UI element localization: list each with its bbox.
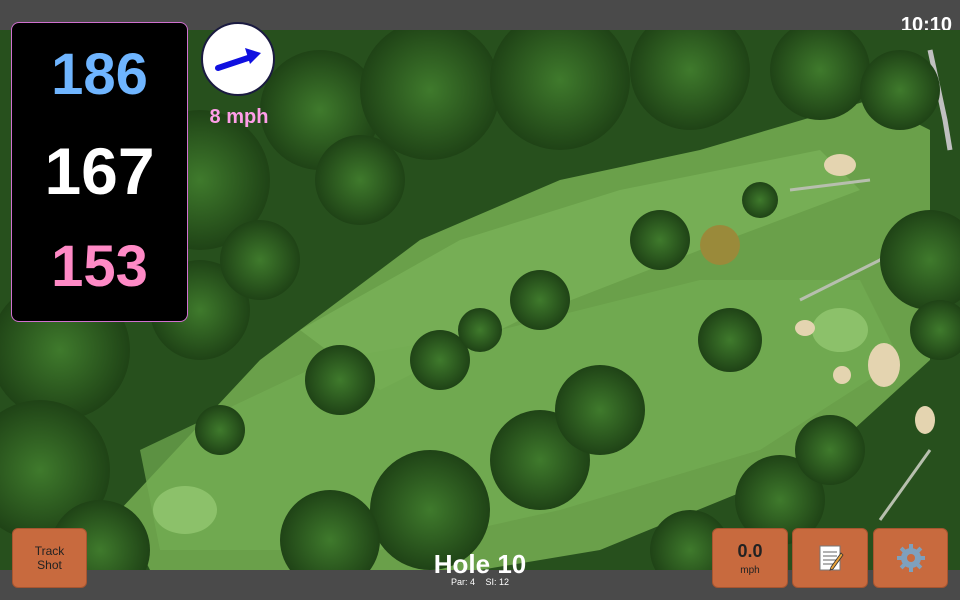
speed-unit: mph	[740, 564, 760, 576]
wind-speed-label: 8 mph	[209, 106, 269, 128]
wind-direction-indicator	[201, 22, 275, 96]
gear-icon	[896, 544, 925, 572]
memo-icon	[819, 545, 844, 571]
hole-par: Par: 4	[450, 577, 475, 587]
settings-button[interactable]	[873, 528, 948, 588]
hole-info: Par: 4 SI: 12	[380, 577, 580, 587]
wind-arrow-icon	[215, 48, 261, 71]
front-distance: 153	[51, 234, 148, 299]
notes-button[interactable]	[792, 528, 868, 588]
speed-button[interactable]: 0.0 mph	[712, 528, 788, 588]
back-distance: 186	[51, 42, 148, 107]
track-shot-label: Track Shot	[34, 544, 65, 572]
hole-stroke-index: SI: 12	[485, 577, 510, 587]
speed-value: 0.0	[737, 540, 763, 561]
track-shot-button[interactable]: Track Shot	[12, 528, 87, 588]
middle-distance: 167	[44, 134, 155, 208]
distance-panel: 186 167 153	[11, 22, 188, 322]
hole-title: Hole 10	[433, 549, 527, 579]
